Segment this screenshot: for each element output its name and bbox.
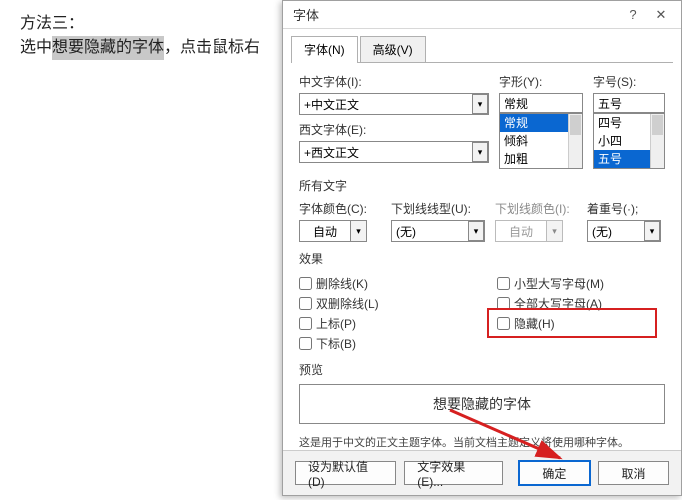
style-listbox[interactable]: 常规 倾斜 加粗: [499, 113, 583, 169]
doc-background: 方法三： 选中想要隐藏的字体，点击鼠标右: [20, 12, 260, 60]
chk-double-strike[interactable]: 双删除线(L): [299, 293, 467, 313]
underline-combo[interactable]: (无) ▾: [391, 220, 485, 242]
doc-line1: 方法三：: [20, 12, 260, 36]
tab-font[interactable]: 字体(N): [291, 36, 358, 63]
label-effects: 效果: [299, 250, 665, 267]
text-effects-button[interactable]: 文字效果(E)...: [404, 461, 503, 485]
size-input[interactable]: 五号: [593, 93, 665, 113]
label-west-font: 西文字体(E):: [299, 121, 489, 138]
label-style: 字形(Y):: [499, 73, 583, 90]
doc-line2: 选中想要隐藏的字体，点击鼠标右: [20, 36, 260, 60]
chk-smallcaps[interactable]: 小型大写字母(M): [497, 273, 665, 293]
cancel-button[interactable]: 取消: [598, 461, 669, 485]
underline-color-combo: 自动 ▾: [495, 220, 577, 242]
label-preview: 预览: [299, 361, 665, 378]
font-color-combo[interactable]: 自动 ▾: [299, 220, 381, 242]
emphasis-combo[interactable]: (无) ▾: [587, 220, 661, 242]
chevron-down-icon[interactable]: ▾: [468, 221, 484, 241]
font-dialog: 字体 ? ✕ 字体(N) 高级(V) 中文字体(I): +中文正文 ▾ 西文字体…: [282, 0, 682, 496]
label-size: 字号(S):: [593, 73, 665, 90]
style-input[interactable]: 常规: [499, 93, 583, 113]
label-font-color: 字体颜色(C):: [299, 200, 381, 217]
ok-button[interactable]: 确定: [519, 461, 590, 485]
dialog-footer: 设为默认值(D) 文字效果(E)... 确定 取消: [283, 450, 681, 495]
defaults-button[interactable]: 设为默认值(D): [295, 461, 396, 485]
chevron-down-icon[interactable]: ▾: [644, 221, 660, 241]
label-cn-font: 中文字体(I):: [299, 73, 489, 90]
help-button[interactable]: ?: [619, 5, 647, 25]
chk-strike[interactable]: 删除线(K): [299, 273, 467, 293]
dialog-title: 字体: [293, 5, 619, 24]
west-font-combo[interactable]: +西文正文 ▾: [299, 141, 489, 163]
chk-subscript[interactable]: 下标(B): [299, 333, 467, 353]
label-underline: 下划线线型(U):: [391, 200, 485, 217]
chk-allcaps[interactable]: 全部大写字母(A): [497, 293, 665, 313]
chevron-down-icon: ▾: [547, 220, 563, 242]
tab-advanced[interactable]: 高级(V): [360, 36, 426, 63]
chk-superscript[interactable]: 上标(P): [299, 313, 467, 333]
chevron-down-icon[interactable]: ▾: [472, 94, 488, 114]
label-all-text: 所有文字: [299, 177, 665, 194]
tab-bar: 字体(N) 高级(V): [283, 29, 681, 62]
scrollbar[interactable]: [568, 114, 582, 168]
doc-selection: 想要隐藏的字体: [52, 36, 164, 60]
preview-desc: 这是用于中文的正文主题字体。当前文档主题定义将使用哪种字体。: [299, 434, 665, 450]
close-button[interactable]: ✕: [647, 5, 675, 25]
label-underline-color: 下划线颜色(I):: [495, 200, 577, 217]
chevron-down-icon[interactable]: ▾: [351, 220, 367, 242]
cn-font-combo[interactable]: +中文正文 ▾: [299, 93, 489, 115]
chk-hidden[interactable]: 隐藏(H): [497, 313, 665, 333]
label-emphasis: 着重号(·);: [587, 200, 661, 217]
preview-box: 想要隐藏的字体: [299, 384, 665, 424]
titlebar: 字体 ? ✕: [283, 1, 681, 29]
chevron-down-icon[interactable]: ▾: [472, 142, 488, 162]
scrollbar[interactable]: [650, 114, 664, 168]
size-listbox[interactable]: 四号 小四 五号: [593, 113, 665, 169]
dialog-body: 中文字体(I): +中文正文 ▾ 西文字体(E): +西文正文 ▾ 字形(Y):…: [283, 63, 681, 450]
